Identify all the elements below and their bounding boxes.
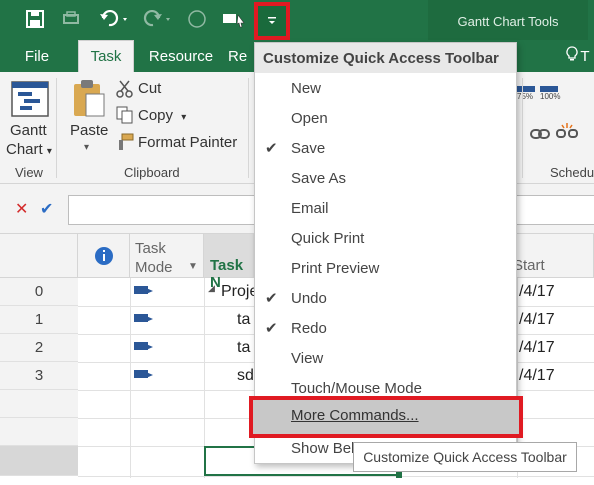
row-number-empty[interactable]	[0, 390, 78, 418]
menu-item-more-commands[interactable]: More Commands...	[249, 396, 523, 438]
redo-icon[interactable]	[140, 8, 174, 30]
confirm-entry-icon[interactable]: ✔	[40, 199, 53, 219]
start-cell[interactable]: /4/17	[519, 311, 555, 329]
gantt-chart-icon[interactable]	[10, 80, 50, 120]
select-all-corner[interactable]	[0, 234, 78, 278]
copy-dropdown-icon[interactable]: ▾	[181, 112, 186, 123]
menu-item-email[interactable]: Email	[255, 193, 516, 223]
touch-mode-icon[interactable]	[222, 8, 246, 30]
unlink-tasks-icon[interactable]	[556, 122, 578, 144]
ribbon-separator	[248, 78, 249, 178]
undo-icon[interactable]	[98, 8, 132, 30]
menu-item-quick-print[interactable]: Quick Print	[255, 223, 516, 253]
cancel-entry-icon[interactable]: ✕	[15, 199, 28, 219]
copy-icon[interactable]	[116, 106, 134, 124]
contextual-tools-label: Gantt Chart Tools	[428, 0, 588, 42]
cut-button[interactable]: Cut	[138, 80, 161, 97]
quick-print-icon[interactable]	[60, 8, 82, 30]
view-group-label: View	[15, 165, 43, 180]
entry-input[interactable]	[68, 195, 268, 225]
grid-line	[78, 476, 594, 477]
row-number-selected[interactable]	[0, 446, 78, 476]
filter-dropdown-icon[interactable]: ▼	[188, 261, 198, 272]
menu-item-view[interactable]: View	[255, 343, 516, 373]
task-name-header[interactable]: Task N	[204, 234, 254, 291]
paste-icon[interactable]	[70, 78, 108, 120]
row-number-empty[interactable]	[0, 418, 78, 446]
paste-button[interactable]: Paste	[70, 122, 108, 139]
auto-scheduled-icon	[134, 284, 154, 298]
checkmark-icon: ✔	[265, 140, 278, 157]
tab-file[interactable]: File	[12, 40, 62, 72]
menu-item-open[interactable]: Open	[255, 103, 516, 133]
row-number[interactable]: 3	[0, 362, 78, 390]
auto-scheduled-icon	[134, 340, 154, 354]
menu-item-save-as[interactable]: Save As	[255, 163, 516, 193]
tooltip: Customize Quick Access Toolbar	[353, 442, 577, 472]
entry-input-right[interactable]	[517, 195, 594, 225]
zoom-75-icon[interactable]: 75%	[517, 86, 537, 106]
save-icon[interactable]	[24, 8, 46, 30]
gantt-chart-label-1[interactable]: Gantt	[10, 122, 47, 139]
auto-scheduled-icon	[134, 312, 154, 326]
clipboard-group-label: Clipboard	[124, 165, 180, 180]
indicators-header[interactable]	[78, 234, 130, 278]
auto-scheduled-icon	[134, 368, 154, 382]
fill-handle[interactable]	[396, 472, 402, 478]
info-icon	[94, 246, 113, 265]
tab-task[interactable]: Task	[78, 40, 134, 72]
menu-item-print-preview[interactable]: Print Preview	[255, 253, 516, 283]
task-name-cell[interactable]: sd	[237, 367, 254, 385]
zoom-100-icon[interactable]: 100%	[540, 86, 562, 106]
gantt-chart-label-2[interactable]: Chart ▾	[6, 141, 52, 158]
row-number[interactable]: 0	[0, 278, 78, 306]
paste-dropdown-icon[interactable]: ▾	[84, 142, 89, 153]
row-number[interactable]: 2	[0, 334, 78, 362]
ribbon-separator	[522, 78, 523, 178]
ribbon-separator	[56, 78, 57, 178]
task-mode-header[interactable]: Task Mode ▼	[130, 234, 204, 278]
tab-tell-me[interactable]: T	[562, 40, 594, 72]
schedule-group-label: Schedul	[550, 165, 594, 180]
lightbulb-icon	[566, 45, 579, 67]
menu-item-save[interactable]: ✔ Save	[255, 133, 516, 163]
cut-icon[interactable]	[116, 80, 134, 98]
circle-icon[interactable]	[186, 8, 208, 30]
format-painter-icon[interactable]	[116, 133, 134, 151]
copy-button[interactable]: Copy ▾	[138, 107, 186, 124]
start-header[interactable]: Start	[513, 234, 594, 278]
tab-report[interactable]: Re	[228, 40, 254, 72]
task-mode-header-line1: Task	[135, 240, 166, 257]
task-name-cell[interactable]: ta	[237, 311, 250, 329]
menu-item-new[interactable]: New	[255, 73, 516, 103]
start-cell[interactable]: /4/17	[519, 283, 555, 301]
tab-resource[interactable]: Resource	[142, 40, 220, 72]
start-cell[interactable]: /4/17	[519, 339, 555, 357]
checkmark-icon: ✔	[265, 290, 278, 307]
row-number[interactable]: 1	[0, 306, 78, 334]
link-tasks-icon[interactable]	[530, 124, 550, 144]
qat-dropdown-button[interactable]	[254, 2, 290, 40]
title-bar: Gantt Chart Tools	[0, 0, 594, 42]
checkmark-icon: ✔	[265, 320, 278, 337]
grid-line	[130, 278, 131, 478]
menu-item-redo[interactable]: ✔ Redo	[255, 313, 516, 343]
menu-item-undo[interactable]: ✔ Undo	[255, 283, 516, 313]
format-painter-button[interactable]: Format Painter	[138, 134, 237, 151]
task-name-cell[interactable]: Proje	[221, 283, 258, 301]
task-name-cell[interactable]: ta	[237, 339, 250, 357]
qat-dropdown-icon	[268, 17, 276, 24]
start-cell[interactable]: /4/17	[519, 367, 555, 385]
menu-title: Customize Quick Access Toolbar	[255, 43, 516, 73]
collapse-icon[interactable]: ◢	[208, 283, 215, 294]
task-mode-header-line2: Mode	[135, 259, 173, 276]
